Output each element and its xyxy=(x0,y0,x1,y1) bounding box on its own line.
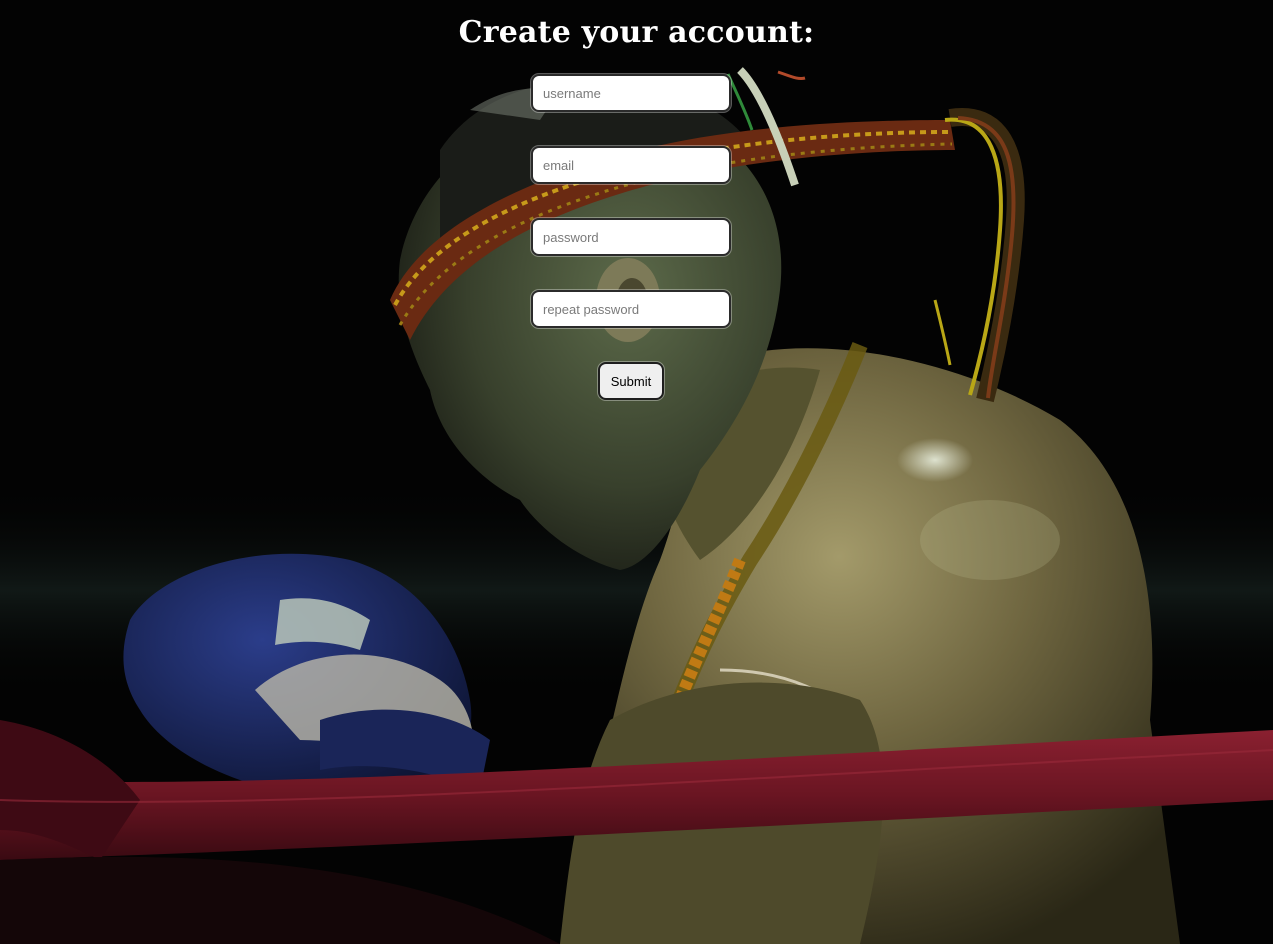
username-input[interactable] xyxy=(531,74,731,112)
submit-button[interactable]: Submit xyxy=(598,362,664,400)
password-input[interactable] xyxy=(531,218,731,256)
signup-page: Create your account: Submit xyxy=(0,0,1273,944)
background-photo xyxy=(0,0,1273,944)
email-input[interactable] xyxy=(531,146,731,184)
page-title: Create your account: xyxy=(458,15,815,50)
repeat-password-input[interactable] xyxy=(531,290,731,328)
